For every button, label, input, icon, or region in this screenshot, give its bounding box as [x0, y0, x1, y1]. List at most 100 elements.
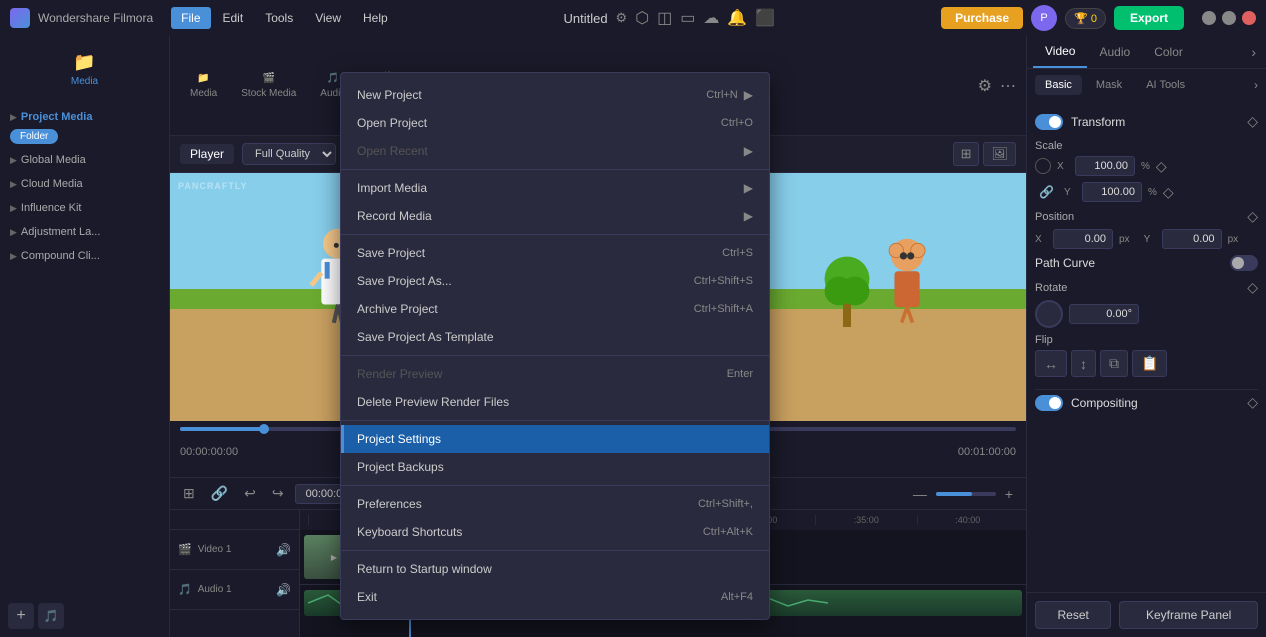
zoom-bar[interactable] [936, 492, 996, 496]
scale-x-input[interactable] [1075, 156, 1135, 176]
tab-arrow[interactable]: › [1247, 40, 1260, 64]
zoom-in-button[interactable]: + [1000, 483, 1018, 505]
keyframe-panel-button[interactable]: Keyframe Panel [1119, 601, 1258, 629]
scale-y-keyframe-icon[interactable]: ◇ [1163, 184, 1174, 201]
coins-display[interactable]: 🏆 0 [1065, 8, 1106, 29]
quality-select[interactable]: Full Quality [242, 143, 336, 165]
subtab-arrow[interactable]: › [1254, 78, 1258, 92]
menu-keyboard-shortcuts[interactable]: Keyboard Shortcuts Ctrl+Alt+K [341, 518, 769, 546]
influence-kit-header[interactable]: ▶ Influence Kit [4, 198, 165, 218]
rotate-keyframe-icon[interactable]: ◇ [1247, 279, 1258, 296]
subtab-mask[interactable]: Mask [1086, 75, 1132, 95]
menu-open-project[interactable]: Open Project Ctrl+O [341, 109, 769, 137]
subtab-basic[interactable]: Basic [1035, 75, 1082, 95]
flip-copy-button[interactable]: ⧉ [1100, 350, 1128, 377]
tab-audio[interactable]: Audio [1087, 37, 1142, 67]
maximize-button[interactable] [1222, 11, 1236, 25]
scale-circle-icon[interactable] [1035, 158, 1051, 174]
transform-keyframe-icon[interactable]: ◇ [1247, 113, 1258, 130]
close-button[interactable] [1242, 11, 1256, 25]
menu-save-as-template[interactable]: Save Project As Template [341, 323, 769, 351]
nav-icon-3[interactable]: ▭ [680, 8, 695, 28]
window-controls [1202, 11, 1256, 25]
menu-return-startup[interactable]: Return to Startup window [341, 555, 769, 583]
timeline-snap-button[interactable]: ⊞ [178, 482, 200, 505]
zoom-out-button[interactable]: — [908, 483, 932, 505]
left-sidebar: 📁 Media ▶ Project Media Folder ▶ Global … [0, 36, 170, 637]
player-tab[interactable]: Player [180, 144, 234, 164]
tab-video[interactable]: Video [1033, 36, 1087, 68]
reset-button[interactable]: Reset [1035, 601, 1111, 629]
menu-file[interactable]: File [171, 7, 210, 29]
menu-edit[interactable]: Edit [213, 7, 254, 29]
scale-y-input[interactable] [1082, 182, 1142, 202]
timeline-magnet-button[interactable]: 🔗 [206, 482, 233, 505]
global-media-header[interactable]: ▶ Global Media [4, 150, 165, 170]
mute-video-button[interactable]: 🔊 [276, 543, 291, 557]
chevron-icon-2: ▶ [10, 155, 17, 166]
menu-view[interactable]: View [305, 7, 351, 29]
project-media-header[interactable]: ▶ Project Media [4, 107, 165, 127]
image-view-button[interactable]: 🖼 [983, 142, 1016, 166]
timeline-redo-button[interactable]: ↪ [267, 482, 289, 505]
app-name: Wondershare Filmora [38, 11, 153, 25]
menu-save-project[interactable]: Save Project Ctrl+S [341, 239, 769, 267]
menu-preferences[interactable]: Preferences Ctrl+Shift+, [341, 490, 769, 518]
menu-new-project[interactable]: New Project Ctrl+N ▶ [341, 81, 769, 109]
add-media-button[interactable]: 🎵 [38, 603, 64, 629]
add-track-button[interactable]: + [8, 603, 34, 629]
compound-header[interactable]: ▶ Compound Cli... [4, 246, 165, 266]
export-button[interactable]: Export [1114, 6, 1184, 30]
nav-icon-4[interactable]: ☁ [703, 8, 719, 28]
grid-view-button[interactable]: ⊞ [953, 142, 980, 166]
filter-button[interactable]: ⚙ [978, 76, 992, 96]
folder-button[interactable]: Folder [10, 129, 58, 144]
media-tab-stock[interactable]: 🎬 Stock Media [231, 65, 306, 107]
purchase-button[interactable]: Purchase [941, 7, 1023, 29]
position-keyframe-icon[interactable]: ◇ [1247, 208, 1258, 225]
pos-y-input[interactable] [1162, 229, 1222, 249]
adjustment-header[interactable]: ▶ Adjustment La... [4, 222, 165, 242]
flip-v-button[interactable]: ↕ [1071, 350, 1096, 377]
nav-icon-1[interactable]: ⬡ [635, 8, 649, 28]
rotate-dial[interactable] [1035, 300, 1063, 328]
nav-icon-5[interactable]: 🔔 [727, 8, 747, 28]
nav-icon-6[interactable]: ⬛ [755, 8, 775, 28]
avatar[interactable]: P [1031, 5, 1057, 31]
menu-project-backups[interactable]: Project Backups [341, 453, 769, 481]
menu-archive[interactable]: Archive Project Ctrl+Shift+A [341, 295, 769, 323]
menu-project-settings[interactable]: Project Settings [341, 425, 769, 453]
menu-tools[interactable]: Tools [255, 7, 303, 29]
tab-color[interactable]: Color [1142, 37, 1195, 67]
rotate-input[interactable] [1069, 304, 1139, 324]
menu-help[interactable]: Help [353, 7, 398, 29]
pos-x-input[interactable] [1053, 229, 1113, 249]
menu-record-media[interactable]: Record Media ▶ [341, 202, 769, 230]
lock-icon[interactable]: 🔗 [1039, 185, 1054, 199]
compositing-keyframe-icon[interactable]: ◇ [1247, 394, 1258, 411]
project-title: Untitled [563, 11, 607, 26]
menu-save-as[interactable]: Save Project As... Ctrl+Shift+S [341, 267, 769, 295]
nav-icon-2[interactable]: ◫ [657, 8, 672, 28]
menu-delete-render[interactable]: Delete Preview Render Files [341, 388, 769, 416]
timeline-undo-button[interactable]: ↩ [239, 482, 261, 505]
subtab-ai-tools[interactable]: AI Tools [1136, 75, 1195, 95]
audio-sym-icon: 🎵 [327, 73, 339, 84]
media-tab-media[interactable]: 📁 Media [180, 65, 227, 107]
mute-audio-button[interactable]: 🔊 [276, 583, 291, 597]
global-media-label: Global Media [21, 154, 86, 166]
more-button[interactable]: ⋯ [1000, 76, 1016, 96]
media-sym-icon: 📁 [197, 73, 209, 84]
scale-x-keyframe-icon[interactable]: ◇ [1156, 158, 1167, 175]
sidebar-tab-media[interactable]: 📁 Media [4, 44, 165, 95]
flip-paste-button[interactable]: 📋 [1132, 350, 1167, 377]
transform-toggle[interactable] [1035, 114, 1063, 130]
rotate-label: Rotate [1035, 282, 1067, 294]
menu-import-media[interactable]: Import Media ▶ [341, 174, 769, 202]
menu-exit[interactable]: Exit Alt+F4 [341, 583, 769, 611]
minimize-button[interactable] [1202, 11, 1216, 25]
path-curve-toggle[interactable] [1230, 255, 1258, 271]
flip-h-button[interactable]: ↔ [1035, 350, 1067, 377]
compositing-toggle[interactable] [1035, 395, 1063, 411]
cloud-media-header[interactable]: ▶ Cloud Media [4, 174, 165, 194]
